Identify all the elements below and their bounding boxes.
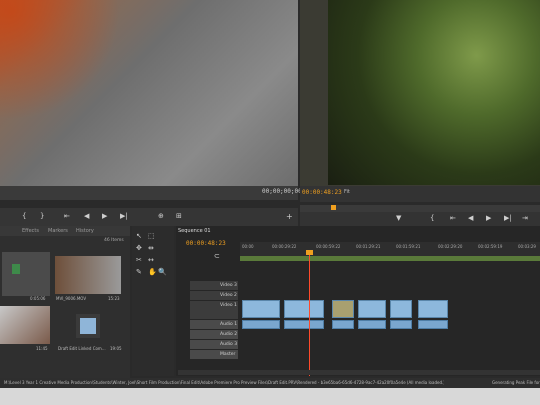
video-clip[interactable] [418, 300, 448, 318]
thumbnail-duration: 0:05:06 [30, 296, 46, 301]
sequence-icon[interactable] [76, 314, 100, 338]
ruler-label: 00:02:29:20 [438, 244, 463, 249]
tools-panel: ↖ ⬚ ✥ ⇹ ✂ ↔ ✎ ✋ 🔍 [132, 226, 174, 376]
selection-tool-icon[interactable]: ↖ [136, 232, 142, 240]
video-clip[interactable] [358, 300, 386, 318]
mark-in-icon[interactable]: { [430, 214, 434, 222]
track-select-tool-icon[interactable]: ⬚ [148, 232, 155, 240]
track-header-master[interactable]: Master [190, 350, 238, 359]
tab-history[interactable]: History [76, 228, 94, 234]
go-to-out-icon[interactable]: ⇥ [522, 214, 528, 222]
ruler-label: 00:03:29 [518, 244, 536, 249]
slip-tool-icon[interactable]: ↔ [148, 256, 154, 264]
ruler-label: 00:01:29:21 [356, 244, 381, 249]
go-to-in-icon[interactable]: ⇤ [64, 212, 70, 220]
audio-clip[interactable] [284, 320, 324, 329]
hand-tool-icon[interactable]: ✋ [148, 268, 157, 276]
mark-out-icon[interactable]: } [40, 212, 44, 220]
program-playhead-marker[interactable] [331, 205, 336, 210]
ruler-label: 00:00:59:22 [316, 244, 341, 249]
mark-in-icon[interactable]: { [22, 212, 26, 220]
marker-icon[interactable]: ▼ [396, 214, 401, 222]
step-back-icon[interactable]: ◀ [84, 212, 89, 220]
play-icon[interactable]: ▶ [486, 214, 491, 222]
step-forward-icon[interactable]: ▶| [120, 212, 128, 220]
step-forward-icon[interactable]: ▶| [504, 214, 512, 222]
sequence-icon-graphic [80, 318, 96, 334]
audio-clip[interactable] [358, 320, 386, 329]
project-thumbnail[interactable] [0, 306, 50, 344]
source-duration-timecode: 00;00;00;00 [262, 188, 302, 195]
audio-clip[interactable] [332, 320, 354, 329]
source-transport-controls[interactable]: { } ⇤ ◀ ▶ ▶| ⊕ ⊞ + [0, 208, 298, 226]
program-fit-select[interactable]: Fit [344, 189, 350, 195]
timeline-playhead[interactable] [309, 250, 310, 376]
monitor-bezel [0, 388, 540, 405]
lens-flare [0, 0, 120, 120]
project-thumbnail[interactable] [55, 256, 121, 294]
step-back-icon[interactable]: ◀ [468, 214, 473, 222]
overwrite-icon[interactable]: ⊞ [176, 212, 182, 220]
timeline-scrollbar[interactable] [178, 370, 540, 375]
video-clip[interactable] [284, 300, 324, 318]
project-thumbnail[interactable] [2, 252, 50, 296]
video-clip[interactable] [332, 300, 354, 318]
audio-clip[interactable] [418, 320, 448, 329]
track-header-audio-1[interactable]: Audio 1 [190, 320, 238, 329]
source-timecode-bar [0, 186, 298, 200]
razor-tool-icon[interactable]: ✂ [136, 256, 142, 264]
zoom-tool-icon[interactable]: 🔍 [158, 268, 167, 276]
item-count: 46 Items [104, 238, 124, 243]
playhead-handle[interactable] [306, 250, 313, 255]
thumbnail-duration: 19:05 [110, 346, 122, 351]
ripple-edit-tool-icon[interactable]: ✥ [136, 244, 142, 252]
tab-effects[interactable]: Effects [22, 228, 39, 234]
ruler-label: 00:01:59:21 [396, 244, 421, 249]
program-transport-controls[interactable]: ▼ { ⇤ ◀ ▶ ▶| ⇥ [300, 212, 540, 226]
thumbnail-name: Draft Edit Linked Com... [58, 346, 106, 351]
tab-markers[interactable]: Markers [48, 228, 68, 234]
rolling-edit-tool-icon[interactable]: ⇹ [148, 244, 154, 252]
track-header-audio-2[interactable]: Audio 2 [190, 330, 238, 339]
thumbnail-duration: 15:23 [108, 296, 120, 301]
track-header-video-3[interactable]: Video 3 [190, 281, 238, 290]
status-path: M:\Level 3 Year 1 Creative Media Product… [4, 380, 444, 385]
snap-icon[interactable]: ⊂ [214, 252, 220, 260]
ruler-label: 00:02:59:19 [478, 244, 503, 249]
timeline-timecode[interactable]: 00:00:48:23 [186, 240, 226, 247]
program-timecode[interactable]: 00:00:48:23 [302, 189, 342, 196]
video-clip[interactable] [242, 300, 280, 318]
program-video-frame [328, 0, 540, 185]
pen-tool-icon[interactable]: ✎ [136, 268, 142, 276]
thumbnail-content [12, 264, 20, 274]
video-clip[interactable] [390, 300, 412, 318]
add-button-icon[interactable]: + [286, 212, 293, 221]
play-icon[interactable]: ▶ [102, 212, 107, 220]
track-header-audio-3[interactable]: Audio 3 [190, 340, 238, 349]
ruler-label: 00:00:29:22 [272, 244, 297, 249]
work-area-bar[interactable] [240, 256, 540, 261]
insert-icon[interactable]: ⊕ [158, 212, 164, 220]
status-progress-text: Generating Peak File for [492, 380, 540, 385]
thumbnail-duration: 11:45 [36, 346, 48, 351]
tab-sequence[interactable]: Sequence 01 [178, 228, 211, 234]
thumbnail-name: MVI_9006.MOV [56, 296, 87, 301]
track-header-video-1[interactable]: Video 1 [190, 301, 238, 319]
go-to-in-icon[interactable]: ⇤ [450, 214, 456, 222]
audio-clip[interactable] [242, 320, 280, 329]
audio-clip[interactable] [390, 320, 412, 329]
track-header-video-2[interactable]: Video 2 [190, 291, 238, 300]
ruler-label: 00:00 [242, 244, 254, 249]
